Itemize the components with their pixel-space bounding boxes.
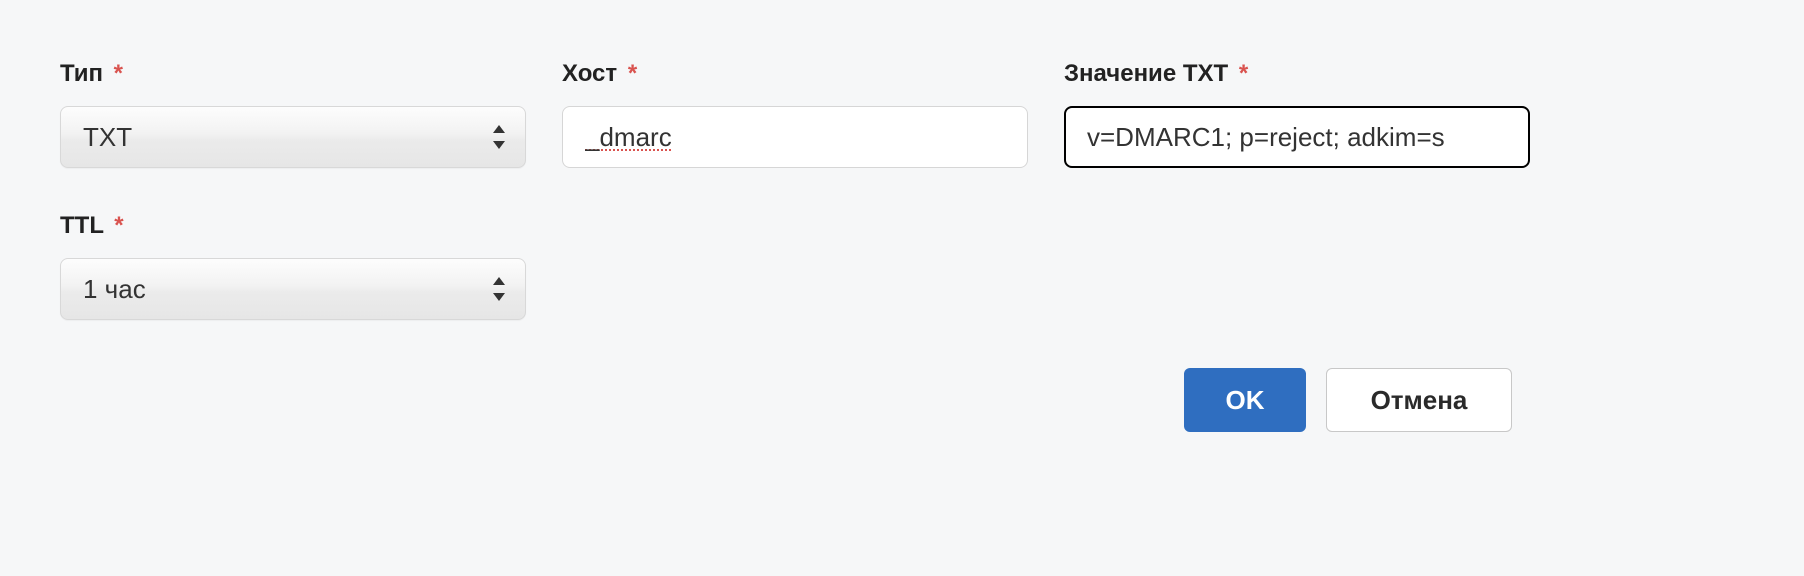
required-marker: *	[114, 60, 123, 87]
required-marker: *	[114, 212, 123, 239]
txt-value-input[interactable]	[1064, 106, 1530, 168]
cancel-button[interactable]: Отмена	[1326, 368, 1512, 432]
label-ttl-text: TTL	[60, 212, 104, 239]
label-host: Хост *	[562, 60, 1028, 88]
label-ttl: TTL *	[60, 212, 526, 240]
dns-record-form: Тип * TXT Хост *	[0, 0, 1804, 320]
ttl-select-value: 1 час	[83, 274, 146, 305]
form-row-2: TTL * 1 час	[60, 212, 1744, 320]
ttl-select[interactable]: 1 час	[60, 258, 526, 320]
host-input[interactable]	[562, 106, 1028, 168]
label-type-text: Тип	[60, 60, 103, 87]
form-row-1: Тип * TXT Хост *	[60, 60, 1744, 168]
field-host: Хост *	[562, 60, 1028, 168]
chevron-up-down-icon	[491, 123, 507, 151]
label-type: Тип *	[60, 60, 526, 88]
label-txt-value: Значение TXT *	[1064, 60, 1530, 88]
field-ttl: TTL * 1 час	[60, 212, 526, 320]
chevron-up-down-icon	[491, 275, 507, 303]
label-host-text: Хост	[562, 60, 617, 87]
type-select[interactable]: TXT	[60, 106, 526, 168]
label-txt-value-text: Значение TXT	[1064, 60, 1228, 87]
type-select-value: TXT	[83, 122, 132, 153]
field-type: Тип * TXT	[60, 60, 526, 168]
field-txt-value: Значение TXT *	[1064, 60, 1530, 168]
ok-button[interactable]: OK	[1184, 368, 1306, 432]
form-actions: OK Отмена	[1184, 368, 1512, 432]
required-marker: *	[1239, 60, 1248, 87]
required-marker: *	[628, 60, 637, 87]
